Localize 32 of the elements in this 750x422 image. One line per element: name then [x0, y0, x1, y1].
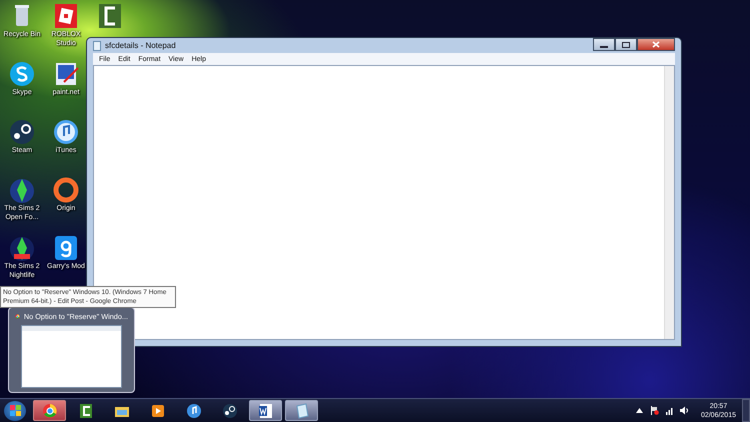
- c-logo-icon: [78, 402, 94, 418]
- diamond-figure-icon[interactable]: [8, 176, 36, 204]
- volume-icon[interactable]: [680, 406, 689, 415]
- windows-logo-icon: [10, 405, 20, 416]
- maximize-icon: [622, 42, 630, 48]
- scrollbar[interactable]: [664, 66, 674, 339]
- music-note-icon: [186, 402, 202, 418]
- window-title: sfcdetails - Notepad: [105, 41, 177, 50]
- up-arrow-icon[interactable]: [634, 406, 644, 415]
- close-icon: [652, 41, 660, 48]
- maximize-button[interactable]: [615, 38, 637, 51]
- music-note-icon[interactable]: [52, 118, 80, 146]
- c-logo-icon[interactable]: [96, 2, 124, 30]
- ring-logo-icon[interactable]: [52, 176, 80, 204]
- taskbar-button[interactable]: [249, 400, 282, 421]
- diamond-figure-icon[interactable]: [8, 234, 36, 262]
- chrome-logo-icon: [42, 402, 58, 418]
- signal-icon[interactable]: [664, 406, 674, 415]
- r-logo-icon[interactable]: [52, 2, 80, 30]
- s-logo-icon[interactable]: [8, 60, 36, 88]
- steam-logo-icon: [222, 402, 238, 418]
- steam-logo-icon[interactable]: [8, 118, 36, 146]
- document-w-icon: [258, 402, 274, 418]
- minimize-button[interactable]: [593, 38, 615, 51]
- start-button[interactable]: [4, 400, 26, 420]
- g-logo-icon[interactable]: [52, 234, 80, 262]
- document-icon: [93, 40, 101, 50]
- chrome-logo-icon: [15, 312, 20, 321]
- flag-icon[interactable]: [650, 406, 659, 415]
- notepad-icon: [294, 402, 310, 418]
- close-button[interactable]: [637, 38, 675, 51]
- play-icon: [150, 402, 166, 418]
